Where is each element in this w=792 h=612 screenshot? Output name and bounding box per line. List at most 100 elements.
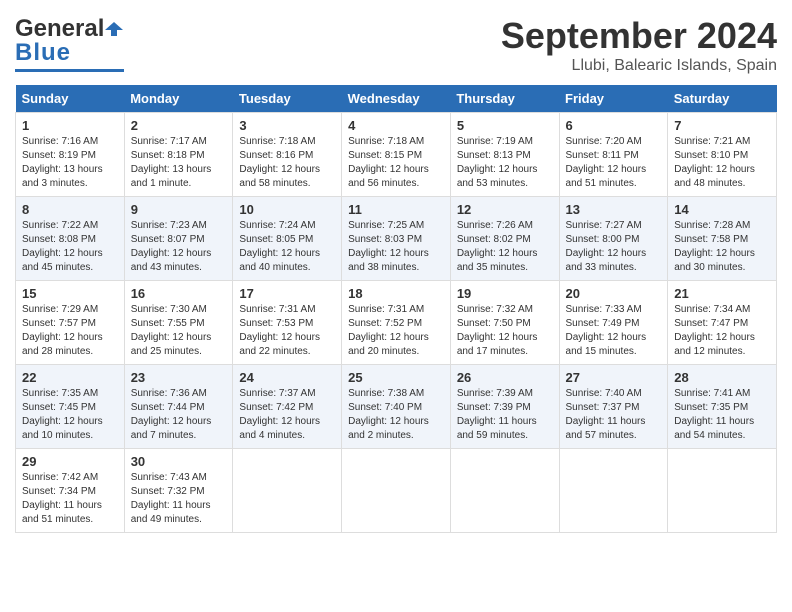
day-number: 5	[457, 118, 553, 133]
day-info: Sunrise: 7:26 AM Sunset: 8:02 PM Dayligh…	[457, 219, 553, 275]
logo: General Blue	[15, 15, 124, 72]
day-number: 4	[348, 118, 444, 133]
calendar-body: 1Sunrise: 7:16 AM Sunset: 8:19 PM Daylig…	[16, 113, 777, 533]
calendar-day-cell: 1Sunrise: 7:16 AM Sunset: 8:19 PM Daylig…	[16, 113, 125, 197]
day-info: Sunrise: 7:24 AM Sunset: 8:05 PM Dayligh…	[239, 219, 335, 275]
day-info: Sunrise: 7:40 AM Sunset: 7:37 PM Dayligh…	[566, 387, 662, 443]
day-info: Sunrise: 7:16 AM Sunset: 8:19 PM Dayligh…	[22, 135, 118, 191]
day-number: 2	[131, 118, 227, 133]
day-number: 7	[674, 118, 770, 133]
day-number: 3	[239, 118, 335, 133]
day-number: 11	[348, 202, 444, 217]
calendar-day-cell: 30Sunrise: 7:43 AM Sunset: 7:32 PM Dayli…	[124, 449, 233, 533]
calendar-header-tuesday: Tuesday	[233, 85, 342, 113]
calendar-empty-cell	[342, 449, 451, 533]
calendar-header-saturday: Saturday	[668, 85, 777, 113]
day-number: 28	[674, 370, 770, 385]
calendar-day-cell: 20Sunrise: 7:33 AM Sunset: 7:49 PM Dayli…	[559, 281, 668, 365]
calendar-day-cell: 2 Sunrise: 7:17 AM Sunset: 8:18 PM Daylig…	[124, 113, 233, 197]
calendar-day-cell: 11 Sunrise: 7:25 AM Sunset: 8:03 PM Dayli…	[342, 197, 451, 281]
calendar-day-cell: 16Sunrise: 7:30 AM Sunset: 7:55 PM Dayli…	[124, 281, 233, 365]
day-info: Sunrise: 7:39 AM Sunset: 7:39 PM Dayligh…	[457, 387, 553, 443]
calendar-empty-cell	[233, 449, 342, 533]
calendar-day-cell: 7 Sunrise: 7:21 AM Sunset: 8:10 PM Daylig…	[668, 113, 777, 197]
day-info: Sunrise: 7:23 AM Sunset: 8:07 PM Dayligh…	[131, 219, 227, 275]
day-info: Sunrise: 7:31 AM Sunset: 7:53 PM Dayligh…	[239, 303, 335, 359]
page-header: General Blue September 2024 Llubi, Balea…	[15, 15, 777, 75]
day-info: Sunrise: 7:21 AM Sunset: 8:10 PM Dayligh…	[674, 135, 770, 191]
day-number: 22	[22, 370, 118, 385]
day-number: 13	[566, 202, 662, 217]
day-number: 6	[566, 118, 662, 133]
day-info: Sunrise: 7:38 AM Sunset: 7:40 PM Dayligh…	[348, 387, 444, 443]
calendar-day-cell: 22 Sunrise: 7:35 AM Sunset: 7:45 PM Dayli…	[16, 365, 125, 449]
calendar-week-row: 29 Sunrise: 7:42 AM Sunset: 7:34 PM Dayli…	[16, 449, 777, 533]
day-number: 23	[131, 370, 227, 385]
calendar-day-cell: 17 Sunrise: 7:31 AM Sunset: 7:53 PM Dayli…	[233, 281, 342, 365]
day-info: Sunrise: 7:18 AM Sunset: 8:15 PM Dayligh…	[348, 135, 444, 191]
day-number: 15	[22, 286, 118, 301]
calendar-empty-cell	[559, 449, 668, 533]
calendar-day-cell: 9 Sunrise: 7:23 AM Sunset: 8:07 PM Daylig…	[124, 197, 233, 281]
day-info: Sunrise: 7:35 AM Sunset: 7:45 PM Dayligh…	[22, 387, 118, 443]
calendar-day-cell: 28 Sunrise: 7:41 AM Sunset: 7:35 PM Dayli…	[668, 365, 777, 449]
logo-bird-icon	[105, 20, 123, 38]
month-title: September 2024	[501, 15, 777, 57]
day-info: Sunrise: 7:36 AM Sunset: 7:44 PM Dayligh…	[131, 387, 227, 443]
calendar-day-cell: 13 Sunrise: 7:27 AM Sunset: 8:00 PM Dayli…	[559, 197, 668, 281]
calendar-header-monday: Monday	[124, 85, 233, 113]
calendar-header-sunday: Sunday	[16, 85, 125, 113]
day-info: Sunrise: 7:28 AM Sunset: 7:58 PM Dayligh…	[674, 219, 770, 275]
calendar-week-row: 22 Sunrise: 7:35 AM Sunset: 7:45 PM Dayli…	[16, 365, 777, 449]
calendar-week-row: 15Sunrise: 7:29 AM Sunset: 7:57 PM Dayli…	[16, 281, 777, 365]
calendar-header-thursday: Thursday	[450, 85, 559, 113]
logo-blue: Blue	[15, 39, 71, 67]
day-number: 29	[22, 454, 118, 469]
calendar-empty-cell	[668, 449, 777, 533]
day-info: Sunrise: 7:33 AM Sunset: 7:49 PM Dayligh…	[566, 303, 662, 359]
calendar-day-cell: 12 Sunrise: 7:26 AM Sunset: 8:02 PM Dayli…	[450, 197, 559, 281]
day-number: 9	[131, 202, 227, 217]
day-number: 16	[131, 286, 227, 301]
calendar-day-cell: 25 Sunrise: 7:38 AM Sunset: 7:40 PM Dayli…	[342, 365, 451, 449]
calendar-day-cell: 18 Sunrise: 7:31 AM Sunset: 7:52 PM Dayli…	[342, 281, 451, 365]
calendar-day-cell: 4 Sunrise: 7:18 AM Sunset: 8:15 PM Daylig…	[342, 113, 451, 197]
day-info: Sunrise: 7:27 AM Sunset: 8:00 PM Dayligh…	[566, 219, 662, 275]
calendar-header-row: SundayMondayTuesdayWednesdayThursdayFrid…	[16, 85, 777, 113]
day-number: 24	[239, 370, 335, 385]
day-info: Sunrise: 7:25 AM Sunset: 8:03 PM Dayligh…	[348, 219, 444, 275]
day-number: 12	[457, 202, 553, 217]
logo-underline	[15, 69, 124, 72]
calendar-header-friday: Friday	[559, 85, 668, 113]
day-info: Sunrise: 7:17 AM Sunset: 8:18 PM Dayligh…	[131, 135, 227, 191]
calendar-day-cell: 8 Sunrise: 7:22 AM Sunset: 8:08 PM Daylig…	[16, 197, 125, 281]
day-number: 8	[22, 202, 118, 217]
day-info: Sunrise: 7:42 AM Sunset: 7:34 PM Dayligh…	[22, 471, 118, 527]
day-number: 25	[348, 370, 444, 385]
location-title: Llubi, Balearic Islands, Spain	[501, 57, 777, 75]
calendar-day-cell: 27Sunrise: 7:40 AM Sunset: 7:37 PM Dayli…	[559, 365, 668, 449]
calendar-day-cell: 24Sunrise: 7:37 AM Sunset: 7:42 PM Dayli…	[233, 365, 342, 449]
day-info: Sunrise: 7:41 AM Sunset: 7:35 PM Dayligh…	[674, 387, 770, 443]
calendar-header-wednesday: Wednesday	[342, 85, 451, 113]
day-info: Sunrise: 7:22 AM Sunset: 8:08 PM Dayligh…	[22, 219, 118, 275]
calendar-day-cell: 3 Sunrise: 7:18 AM Sunset: 8:16 PM Daylig…	[233, 113, 342, 197]
calendar-day-cell: 26Sunrise: 7:39 AM Sunset: 7:39 PM Dayli…	[450, 365, 559, 449]
calendar-day-cell: 5 Sunrise: 7:19 AM Sunset: 8:13 PM Daylig…	[450, 113, 559, 197]
day-info: Sunrise: 7:19 AM Sunset: 8:13 PM Dayligh…	[457, 135, 553, 191]
day-number: 14	[674, 202, 770, 217]
day-number: 21	[674, 286, 770, 301]
calendar-day-cell: 10 Sunrise: 7:24 AM Sunset: 8:05 PM Dayli…	[233, 197, 342, 281]
calendar-day-cell: 21 Sunrise: 7:34 AM Sunset: 7:47 PM Dayli…	[668, 281, 777, 365]
day-number: 10	[239, 202, 335, 217]
calendar-empty-cell	[450, 449, 559, 533]
calendar-day-cell: 6 Sunrise: 7:20 AM Sunset: 8:11 PM Daylig…	[559, 113, 668, 197]
day-info: Sunrise: 7:31 AM Sunset: 7:52 PM Dayligh…	[348, 303, 444, 359]
day-number: 18	[348, 286, 444, 301]
calendar-day-cell: 15Sunrise: 7:29 AM Sunset: 7:57 PM Dayli…	[16, 281, 125, 365]
day-info: Sunrise: 7:34 AM Sunset: 7:47 PM Dayligh…	[674, 303, 770, 359]
day-number: 17	[239, 286, 335, 301]
calendar-table: SundayMondayTuesdayWednesdayThursdayFrid…	[15, 85, 777, 533]
day-info: Sunrise: 7:18 AM Sunset: 8:16 PM Dayligh…	[239, 135, 335, 191]
day-info: Sunrise: 7:20 AM Sunset: 8:11 PM Dayligh…	[566, 135, 662, 191]
